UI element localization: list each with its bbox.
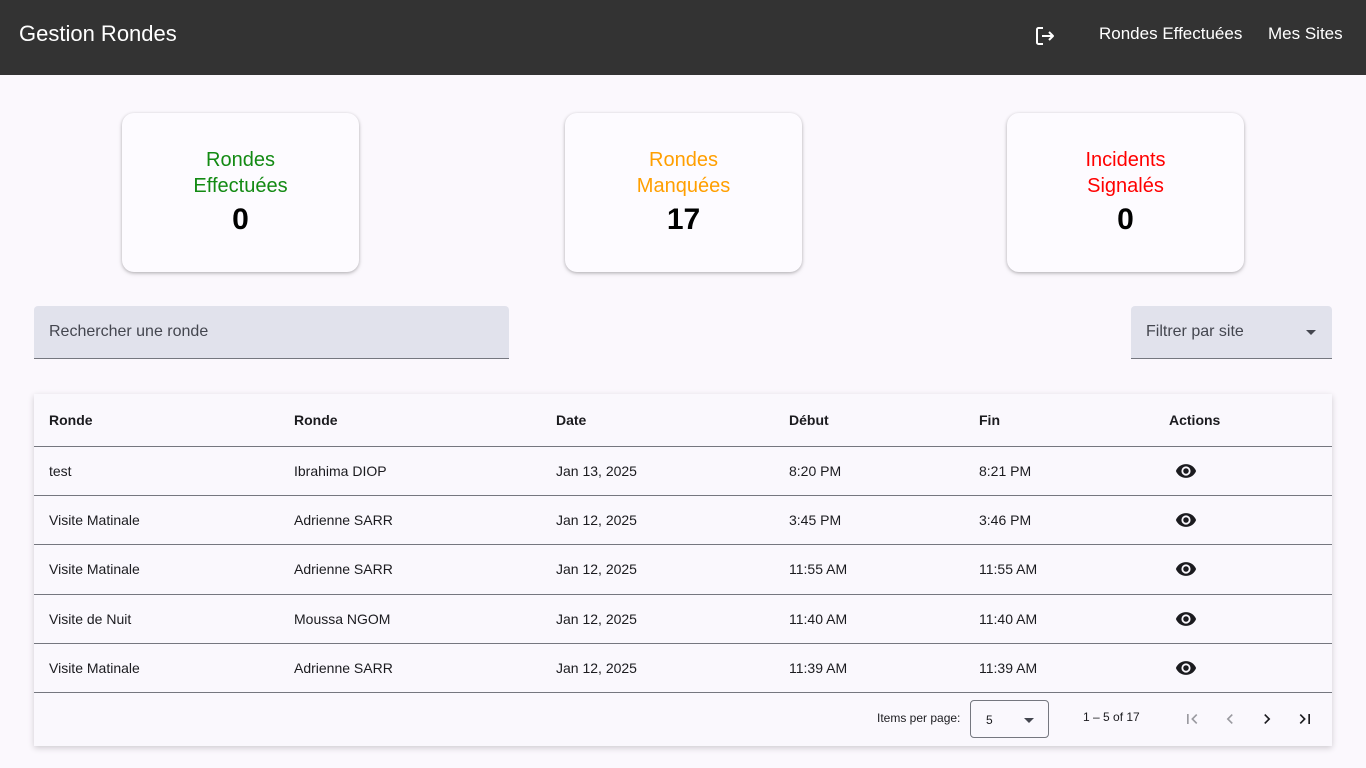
eye-icon [1175,463,1197,478]
stat-label: Rondes Effectuées [193,149,288,197]
cell-agent: Adrienne SARR [294,495,556,546]
stat-card-rondes-manquees: Rondes Manquées 17 [565,113,802,272]
nav-rondes-effectuees[interactable]: Rondes Effectuées [1099,22,1242,46]
cell-actions [1166,446,1332,496]
filter-label: Filtrer par site [1146,323,1244,340]
stat-card-incidents-signales: Incidents Signalés 0 [1007,113,1244,272]
stat-label: Incidents Signalés [1085,149,1166,197]
header-ronde: Ronde [34,394,294,447]
header-date: Date [556,394,789,447]
stat-value: 0 [1117,203,1134,236]
page-range-label: 1 – 5 of 17 [1083,710,1140,724]
search-input[interactable] [34,306,509,358]
table-row: Visite de Nuit Moussa NGOM Jan 12, 2025 11:… [34,594,1332,645]
app-title: Gestion Rondes [19,21,177,46]
cell-debut: 11:55 AM [789,544,979,595]
last-page-button[interactable] [1290,704,1320,734]
view-button[interactable] [1166,549,1206,589]
cell-fin: 8:21 PM [979,446,1169,496]
view-button[interactable] [1166,500,1206,540]
rondes-table: Ronde Ronde Date Début Fin Actions test I… [34,394,1332,694]
logout-icon [1036,27,1054,45]
eye-icon [1175,562,1197,577]
cell-date: Jan 12, 2025 [556,495,789,546]
header-debut: Début [789,394,979,447]
cell-debut: 3:45 PM [789,495,979,546]
paginator: Items per page: 5 1 – 5 of 17 [34,691,1332,746]
eye-icon [1175,661,1197,676]
table-row: Visite Matinale Adrienne SARR Jan 12, 2025… [34,495,1332,546]
items-per-page-label: Items per page: [877,711,961,725]
table-row: test Ibrahima DIOP Jan 13, 2025 8:20 PM 8:21… [34,446,1332,496]
first-page-icon [1187,714,1198,724]
cell-date: Jan 12, 2025 [556,643,789,694]
previous-page-button[interactable] [1215,704,1245,734]
last-page-icon [1299,714,1310,724]
cell-agent: Adrienne SARR [294,643,556,694]
cell-fin: 11:39 AM [979,643,1169,694]
table-row: Visite Matinale Adrienne SARR Jan 12, 2025… [34,643,1332,694]
dropdown-arrow-icon [1024,718,1034,723]
view-button[interactable] [1166,599,1206,639]
table-row: Visite Matinale Adrienne SARR Jan 12, 2025… [34,544,1332,595]
cell-ronde: Visite Matinale [34,495,294,546]
cell-agent: Ibrahima DIOP [294,446,556,496]
header-agent: Ronde [294,394,556,447]
cell-debut: 11:39 AM [789,643,979,694]
stat-value: 17 [666,203,701,236]
stat-card-rondes-effectuees: Rondes Effectuées 0 [122,113,359,272]
cell-ronde: test [34,446,294,496]
first-page-button[interactable] [1177,704,1207,734]
stat-label: Rondes Manquées [636,149,731,197]
cell-date: Jan 12, 2025 [556,544,789,595]
view-button[interactable] [1166,451,1206,491]
cell-debut: 8:20 PM [789,446,979,496]
cell-ronde: Visite de Nuit [34,594,294,645]
site-filter-select[interactable]: Filtrer par site [1131,306,1332,359]
header-fin: Fin [979,394,1169,447]
cell-actions [1166,643,1332,694]
cell-agent: Moussa NGOM [294,594,556,645]
cell-fin: 3:46 PM [979,495,1169,546]
eye-icon [1175,513,1197,527]
cell-actions [1166,544,1332,595]
cell-agent: Adrienne SARR [294,544,556,595]
page-size-value: 5 [986,713,993,727]
next-page-button[interactable] [1252,704,1282,734]
logout-button[interactable] [1030,21,1060,51]
page-size-select[interactable]: 5 [970,700,1049,738]
search-field [34,306,509,359]
chevron-left-icon [1226,714,1233,724]
table-header-row: Ronde Ronde Date Début Fin Actions [34,394,1332,447]
cell-date: Jan 12, 2025 [556,594,789,645]
view-button[interactable] [1166,648,1206,688]
cell-fin: 11:55 AM [979,544,1169,595]
cell-fin: 11:40 AM [979,594,1169,645]
stat-value: 0 [232,203,249,236]
header-actions: Actions [1169,394,1332,447]
dropdown-arrow-icon [1306,330,1316,335]
table-body: test Ibrahima DIOP Jan 13, 2025 8:20 PM 8:21… [34,446,1332,694]
cell-ronde: Visite Matinale [34,544,294,595]
cell-ronde: Visite Matinale [34,643,294,694]
chevron-right-icon [1264,714,1271,724]
nav-mes-sites[interactable]: Mes Sites [1268,22,1343,46]
rondes-table-container: Ronde Ronde Date Début Fin Actions test I… [34,394,1332,746]
top-toolbar: Gestion Rondes Rondes Effectuées Mes Sit… [0,0,1366,75]
cell-date: Jan 13, 2025 [556,446,789,496]
cell-actions [1166,495,1332,546]
eye-icon [1175,611,1197,626]
cell-actions [1166,594,1332,645]
cell-debut: 11:40 AM [789,594,979,645]
